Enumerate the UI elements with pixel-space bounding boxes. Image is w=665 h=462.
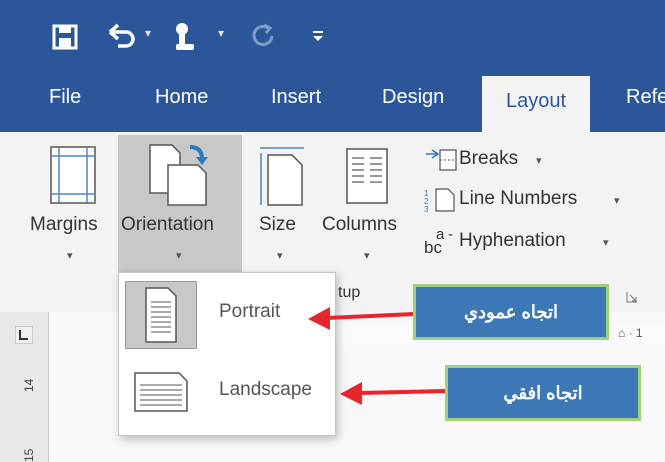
portrait-arrow — [308, 307, 415, 330]
landscape-arrow — [340, 382, 447, 405]
landscape-callout: اتجاه افقي — [445, 365, 641, 421]
portrait-callout: اتجاه عمودي — [413, 284, 609, 340]
